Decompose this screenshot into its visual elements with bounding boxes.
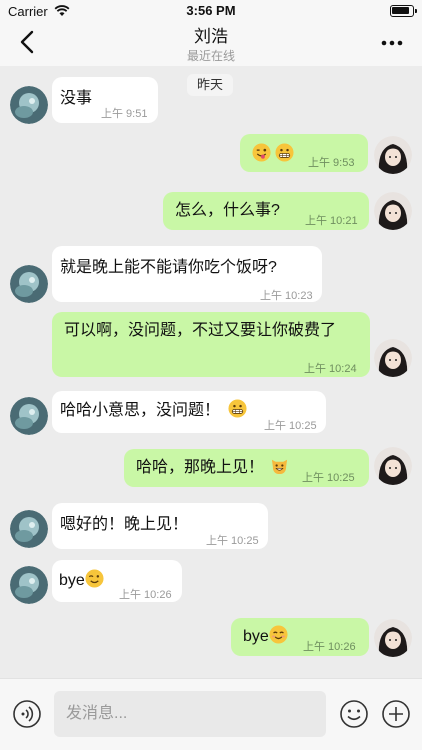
contact-avatar[interactable] [10, 86, 48, 124]
contact-avatar[interactable] [10, 397, 48, 435]
message-text: 嗯好的！晚上见！ [60, 516, 189, 533]
message-bubble[interactable]: 怎么，什么事? 上午 10:21 [163, 192, 369, 230]
smiling-face-emoji [269, 625, 288, 644]
more-dots-icon[interactable] [380, 34, 404, 52]
message-time: 上午 10:24 [304, 363, 357, 375]
message-time: 上午 9:53 [308, 157, 355, 169]
online-status: 最近在线 [186, 49, 235, 63]
message-time: 上午 10:26 [119, 589, 172, 601]
message-content: 哈哈，那晚上见！ [136, 455, 289, 481]
message-bubble[interactable]: bye 上午 10:26 [52, 560, 182, 602]
plus-icon[interactable] [381, 699, 411, 729]
message-content: bye [59, 568, 104, 594]
message-text: 可以啊，没问题，不过又要让你破费了 [64, 322, 337, 339]
clock: 3:56 PM [186, 3, 236, 18]
message-list[interactable]: 昨天 没事 上午 9:51 上午 9:53 怎么，什么事? 上午 10:21 就… [0, 66, 422, 678]
message-text: 就是晚上能不能请你吃个饭呀? [60, 259, 277, 276]
message-text: bye [243, 628, 269, 645]
my-avatar[interactable] [374, 447, 412, 485]
date-separator: 昨天 [187, 74, 234, 96]
message-bubble[interactable]: 就是晚上能不能请你吃个饭呀? 上午 10:23 [52, 246, 322, 302]
message-time: 上午 10:23 [260, 290, 313, 302]
grinning-cat-emoji [272, 459, 288, 475]
message-input[interactable] [54, 691, 326, 737]
emoji-icon[interactable] [339, 699, 369, 729]
my-avatar[interactable] [374, 619, 412, 657]
message-content: bye [243, 624, 288, 650]
status-bar: Carrier 3:56 PM [0, 0, 422, 22]
message-time: 上午 10:25 [302, 472, 355, 484]
message-bubble[interactable]: 嗯好的！晚上见！ 上午 10:25 [52, 503, 268, 549]
message-time: 上午 10:26 [303, 641, 356, 653]
message-text: bye [59, 572, 85, 589]
winking-face-emoji [85, 569, 104, 588]
message-text: 没事 [60, 90, 93, 107]
winking-tongue-emoji [252, 143, 271, 162]
message-bubble[interactable]: 上午 9:53 [240, 134, 368, 172]
grimacing-emoji [275, 143, 294, 162]
message-bubble[interactable]: bye 上午 10:26 [231, 618, 369, 656]
my-avatar[interactable] [374, 339, 412, 377]
my-avatar[interactable] [374, 136, 412, 174]
message-bubble[interactable]: 哈哈，那晚上见！ 上午 10:25 [124, 449, 369, 487]
message-time: 上午 10:25 [264, 420, 317, 432]
chat-header: 刘浩 最近在线 [0, 22, 422, 66]
voice-icon[interactable] [12, 699, 42, 729]
message-bubble[interactable]: 哈哈小意思，没问题！ 上午 10:25 [52, 391, 326, 433]
contact-avatar[interactable] [10, 510, 48, 548]
contact-avatar[interactable] [10, 566, 48, 604]
message-content: 哈哈小意思，没问题！ [60, 398, 247, 424]
message-time: 上午 9:51 [101, 108, 148, 120]
my-avatar[interactable] [374, 192, 412, 230]
message-time: 上午 10:21 [305, 215, 358, 227]
message-text: 哈哈小意思，没问题！ [60, 402, 221, 419]
battery-icon [390, 5, 417, 17]
contact-name: 刘浩 [194, 27, 228, 46]
message-bubble[interactable]: 可以啊，没问题，不过又要让你破费了 上午 10:24 [52, 312, 370, 377]
compose-bar [0, 678, 422, 750]
message-text: 哈哈，那晚上见！ [136, 459, 265, 476]
contact-avatar[interactable] [10, 265, 48, 303]
message-time: 上午 10:25 [206, 535, 259, 547]
message-text: 怎么，什么事? [175, 202, 280, 219]
grimacing-emoji [228, 399, 247, 418]
message-bubble[interactable]: 没事 上午 9:51 [52, 77, 158, 123]
message-emojis [252, 142, 294, 168]
